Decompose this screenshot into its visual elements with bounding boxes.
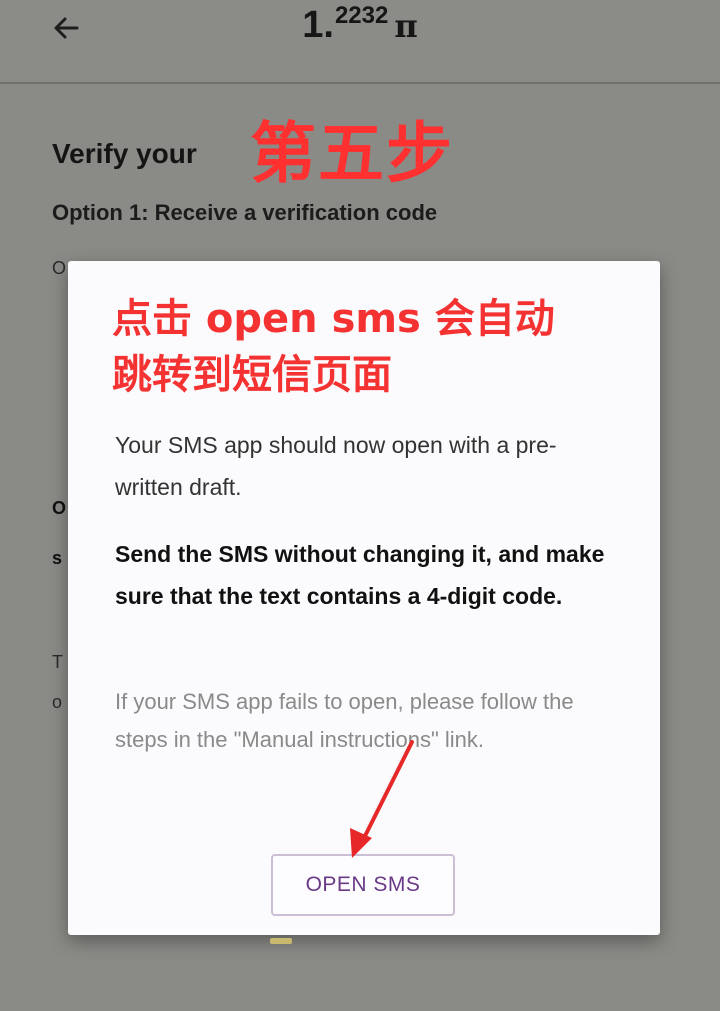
option-1-label: Option 1: Receive a verification code: [52, 200, 438, 225]
annotation-line-1: 点击 open sms 会自动: [112, 296, 555, 342]
dialog-info-text: Your SMS app should now open with a pre-…: [115, 432, 557, 500]
background-text-fragment: T: [52, 652, 63, 672]
balance-integer: 1.: [302, 4, 334, 46]
sms-dialog: 点击 open sms 会自动 跳转到短信页面 Your SMS app sho…: [68, 261, 660, 935]
background-text-fragment: s: [52, 548, 63, 568]
balance-display: 1.2232 π: [0, 2, 720, 47]
dialog-fallback-text: If your SMS app fails to open, please fo…: [115, 689, 574, 752]
instruction-annotation: 点击 open sms 会自动 跳转到短信页面: [112, 291, 632, 403]
background-element-edge: [270, 938, 292, 944]
annotation-line-2: 跳转到短信页面: [112, 352, 392, 398]
dialog-warning-text: Send the SMS without changing it, and ma…: [115, 541, 605, 609]
verify-heading: Verify your: [52, 138, 197, 169]
balance-fraction: 2232: [334, 2, 389, 29]
app-header: 1.2232 π: [0, 0, 720, 84]
pi-unit: π: [394, 7, 418, 45]
step-annotation-title: 第五步: [250, 115, 454, 192]
background-text-fragment: O: [52, 498, 67, 518]
background-text-fragment: O: [52, 258, 67, 278]
background-text-fragment: o: [52, 692, 63, 712]
open-sms-button[interactable]: OPEN SMS: [271, 854, 455, 916]
